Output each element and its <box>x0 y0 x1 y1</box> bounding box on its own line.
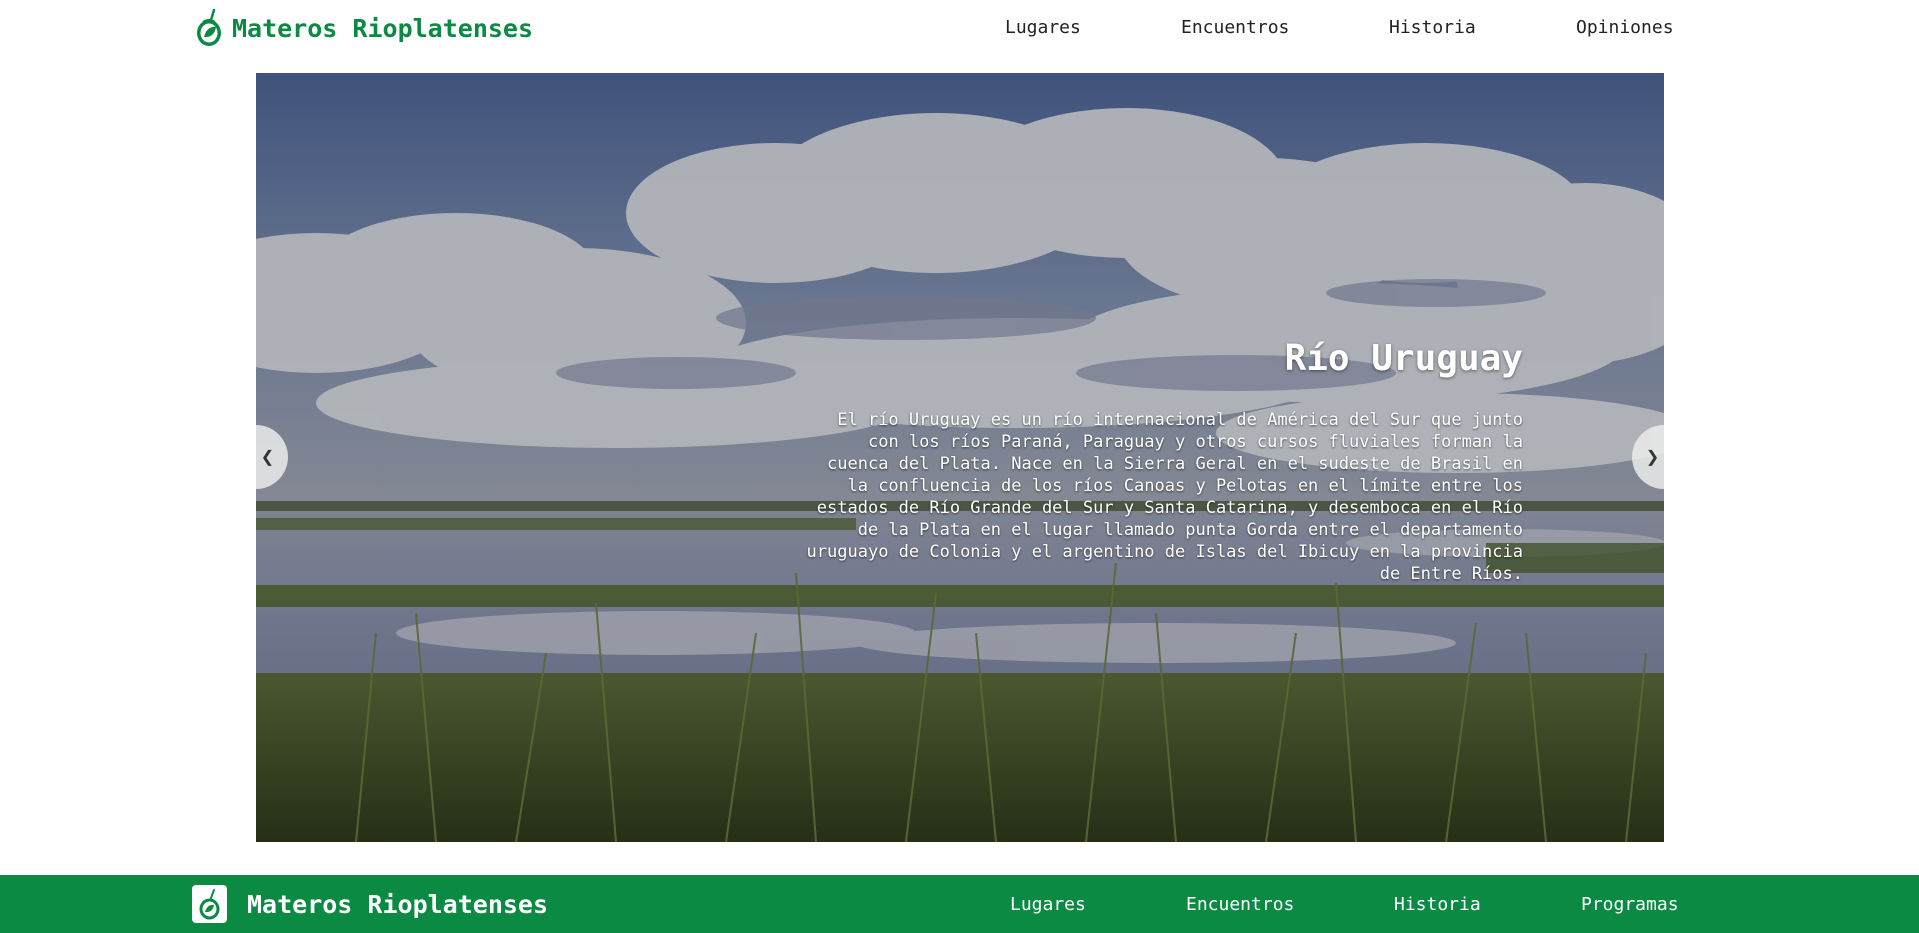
top-header: Materos Rioplatenses Lugares Encuentros … <box>0 0 1919 56</box>
footer-nav-lugares[interactable]: Lugares <box>1010 892 1086 918</box>
footer-nav-encuentros[interactable]: Encuentros <box>1186 892 1294 918</box>
nav-opiniones[interactable]: Opiniones <box>1576 15 1674 41</box>
main-nav: Lugares Encuentros Historia Opiniones <box>0 15 1919 41</box>
carousel-prev-button[interactable]: ❮ <box>256 425 288 489</box>
slide-description: El río Uruguay es un río internacional d… <box>806 410 1523 584</box>
chevron-right-icon: ❯ <box>1646 444 1660 470</box>
nav-encuentros[interactable]: Encuentros <box>1181 15 1289 41</box>
footer-brand-link[interactable]: Materos Rioplatenses <box>192 885 548 923</box>
slide-caption: Río Uruguay El río Uruguay es un río int… <box>803 335 1523 585</box>
slide-title: Río Uruguay <box>1284 338 1523 379</box>
chevron-left-icon: ❮ <box>260 444 274 470</box>
hero-carousel: Río Uruguay El río Uruguay es un río int… <box>256 73 1664 842</box>
footer-brand-title: Materos Rioplatenses <box>247 889 549 919</box>
footer-bar: Materos Rioplatenses Lugares Encuentros … <box>0 875 1919 933</box>
carousel-next-button[interactable]: ❯ <box>1632 425 1664 489</box>
nav-lugares[interactable]: Lugares <box>1005 15 1081 41</box>
mate-gourd-icon <box>192 885 227 923</box>
nav-historia[interactable]: Historia <box>1389 15 1476 41</box>
footer-nav-historia[interactable]: Historia <box>1394 892 1481 918</box>
footer-nav-programas[interactable]: Programas <box>1581 892 1679 918</box>
